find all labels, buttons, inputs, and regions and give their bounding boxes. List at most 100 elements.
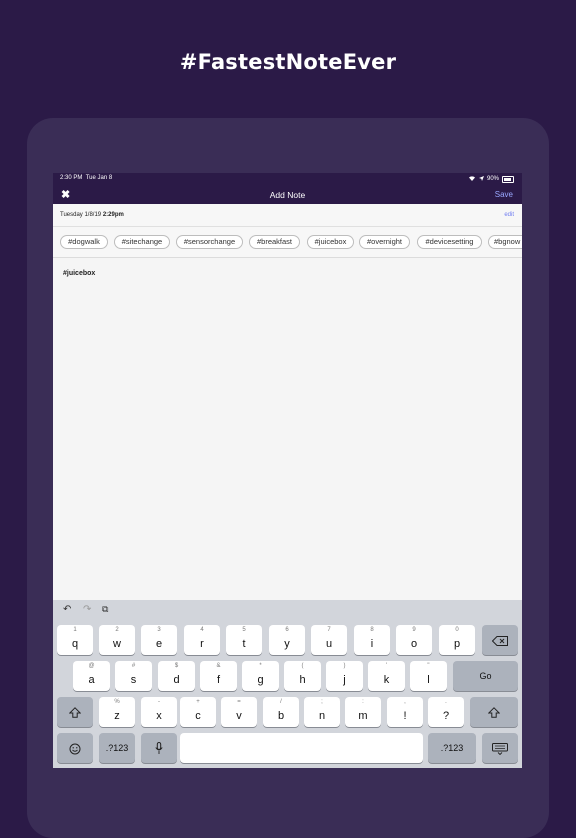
- key-backspace[interactable]: [482, 625, 518, 655]
- key-z[interactable]: % z: [99, 697, 135, 727]
- tag-chip-sitechange[interactable]: #sitechange: [114, 235, 170, 249]
- key-h[interactable]: (h: [284, 661, 321, 691]
- key-o[interactable]: 9o: [396, 625, 432, 655]
- key-q[interactable]: 1q: [57, 625, 93, 655]
- key-label: q: [71, 638, 79, 650]
- note-text-area[interactable]: #juicebox: [63, 270, 95, 277]
- key-label: j: [343, 674, 346, 686]
- key-alt-label: %: [114, 699, 120, 705]
- key-hide-keyboard[interactable]: [482, 733, 518, 763]
- key-question[interactable]: .?: [428, 697, 464, 727]
- key-l[interactable]: " l: [410, 661, 447, 691]
- key-k[interactable]: ' k: [368, 661, 405, 691]
- key-alt-label: ': [385, 663, 388, 669]
- key-r[interactable]: 4r: [184, 625, 220, 655]
- key-u[interactable]: 7u: [311, 625, 347, 655]
- key-label: w: [113, 638, 121, 650]
- key-alt-label: ;: [321, 699, 323, 705]
- edit-date-button[interactable]: edit: [504, 212, 514, 218]
- key-alt-label: (: [301, 663, 304, 669]
- key-e[interactable]: 3e: [141, 625, 177, 655]
- note-date-text: Tuesday 1/8/19: [60, 212, 102, 218]
- key-label: o: [410, 638, 418, 650]
- undo-icon[interactable]: ↶: [63, 604, 71, 615]
- key-label: ?: [442, 710, 450, 722]
- key-label: u: [325, 638, 333, 650]
- shift-icon: [57, 697, 93, 727]
- key-label: k: [383, 674, 390, 686]
- key-y[interactable]: 6y: [269, 625, 305, 655]
- location-icon: [478, 175, 484, 183]
- key-numbers-label: .?123: [440, 743, 464, 753]
- key-t[interactable]: 5t: [226, 625, 262, 655]
- key-g[interactable]: * g: [242, 661, 279, 691]
- key-numbers-label: .?123: [105, 743, 129, 753]
- redo-icon[interactable]: ↷: [83, 604, 91, 615]
- key-i[interactable]: 8i: [354, 625, 390, 655]
- key-label: h: [299, 674, 306, 686]
- key-alt-label: *: [259, 663, 262, 669]
- key-j[interactable]: ) j: [326, 661, 363, 691]
- key-label: d: [173, 674, 180, 686]
- tag-chip-dogwalk[interactable]: #dogwalk: [60, 235, 108, 249]
- key-dictation[interactable]: [141, 733, 177, 763]
- key-label: t: [242, 638, 246, 650]
- key-alt-label: 3: [157, 627, 161, 633]
- tag-chip-breakfast[interactable]: #breakfast: [249, 235, 300, 249]
- tablet-screen: 2:30 PM Tue Jan 8 90% ✖ Add Note Save Tu…: [53, 173, 522, 768]
- key-f[interactable]: & f: [200, 661, 237, 691]
- status-time: 2:30 PM Tue Jan 8: [60, 175, 112, 181]
- keyboard-toolbar: ↶ ↷ ⧉: [53, 600, 522, 620]
- key-label: a: [88, 674, 95, 686]
- tag-chip-bgnow[interactable]: #bgnow: [488, 235, 522, 249]
- key-c[interactable]: + c: [180, 697, 216, 727]
- key-label: z: [114, 710, 120, 722]
- key-n[interactable]: ; n: [304, 697, 340, 727]
- key-space[interactable]: [180, 733, 423, 763]
- key-label: e: [155, 638, 163, 650]
- key-b[interactable]: / b: [263, 697, 299, 727]
- nav-title: Add Note: [269, 190, 306, 200]
- note-date[interactable]: Tuesday 1/8/19 2:29pm: [60, 212, 124, 218]
- key-m[interactable]: :m: [345, 697, 381, 727]
- key-label: p: [453, 638, 461, 650]
- key-label: m: [358, 710, 368, 722]
- tag-chip-devicesetting[interactable]: #devicesetting: [417, 235, 482, 249]
- key-go[interactable]: Go: [453, 661, 518, 691]
- key-exclamation[interactable]: ,!: [387, 697, 423, 727]
- key-alt-label: 9: [412, 627, 416, 633]
- key-w[interactable]: 2w: [99, 625, 135, 655]
- key-shift-left[interactable]: [57, 697, 93, 727]
- key-alt-label: 5: [242, 627, 246, 633]
- key-v[interactable]: = v: [221, 697, 257, 727]
- key-alt-label: 7: [327, 627, 331, 633]
- key-label: r: [200, 638, 204, 650]
- tag-chip-overnight[interactable]: #overnight: [359, 235, 410, 249]
- paste-icon[interactable]: ⧉: [102, 604, 108, 615]
- emoji-icon: [57, 733, 93, 763]
- save-button[interactable]: Save: [495, 190, 513, 199]
- key-label: y: [284, 638, 290, 650]
- key-alt-label: /: [280, 699, 282, 705]
- keyboard-dismiss-icon: [482, 733, 518, 763]
- key-d[interactable]: $ d: [158, 661, 195, 691]
- key-alt-label: &: [216, 663, 221, 669]
- key-label: c: [195, 710, 201, 722]
- key-label: i: [370, 638, 374, 650]
- key-x[interactable]: -x: [141, 697, 177, 727]
- backspace-icon: [482, 625, 518, 655]
- key-alt-label: 4: [200, 627, 204, 633]
- key-s[interactable]: # s: [115, 661, 152, 691]
- key-emoji[interactable]: [57, 733, 93, 763]
- wifi-icon: [468, 175, 476, 183]
- tag-chip-sensorchange[interactable]: #sensorchange: [176, 235, 243, 249]
- key-alt-label: ,: [404, 699, 406, 705]
- nav-bar: ✖ Add Note Save: [53, 185, 522, 204]
- status-time-text: 2:30 PM: [60, 175, 83, 181]
- key-numbers-left[interactable]: .?123: [99, 733, 135, 763]
- key-a[interactable]: @ a: [73, 661, 110, 691]
- key-shift-right[interactable]: [470, 697, 518, 727]
- key-p[interactable]: 0p: [439, 625, 475, 655]
- key-numbers-right[interactable]: .?123: [428, 733, 476, 763]
- tag-chip-juicebox[interactable]: #juicebox: [307, 235, 354, 249]
